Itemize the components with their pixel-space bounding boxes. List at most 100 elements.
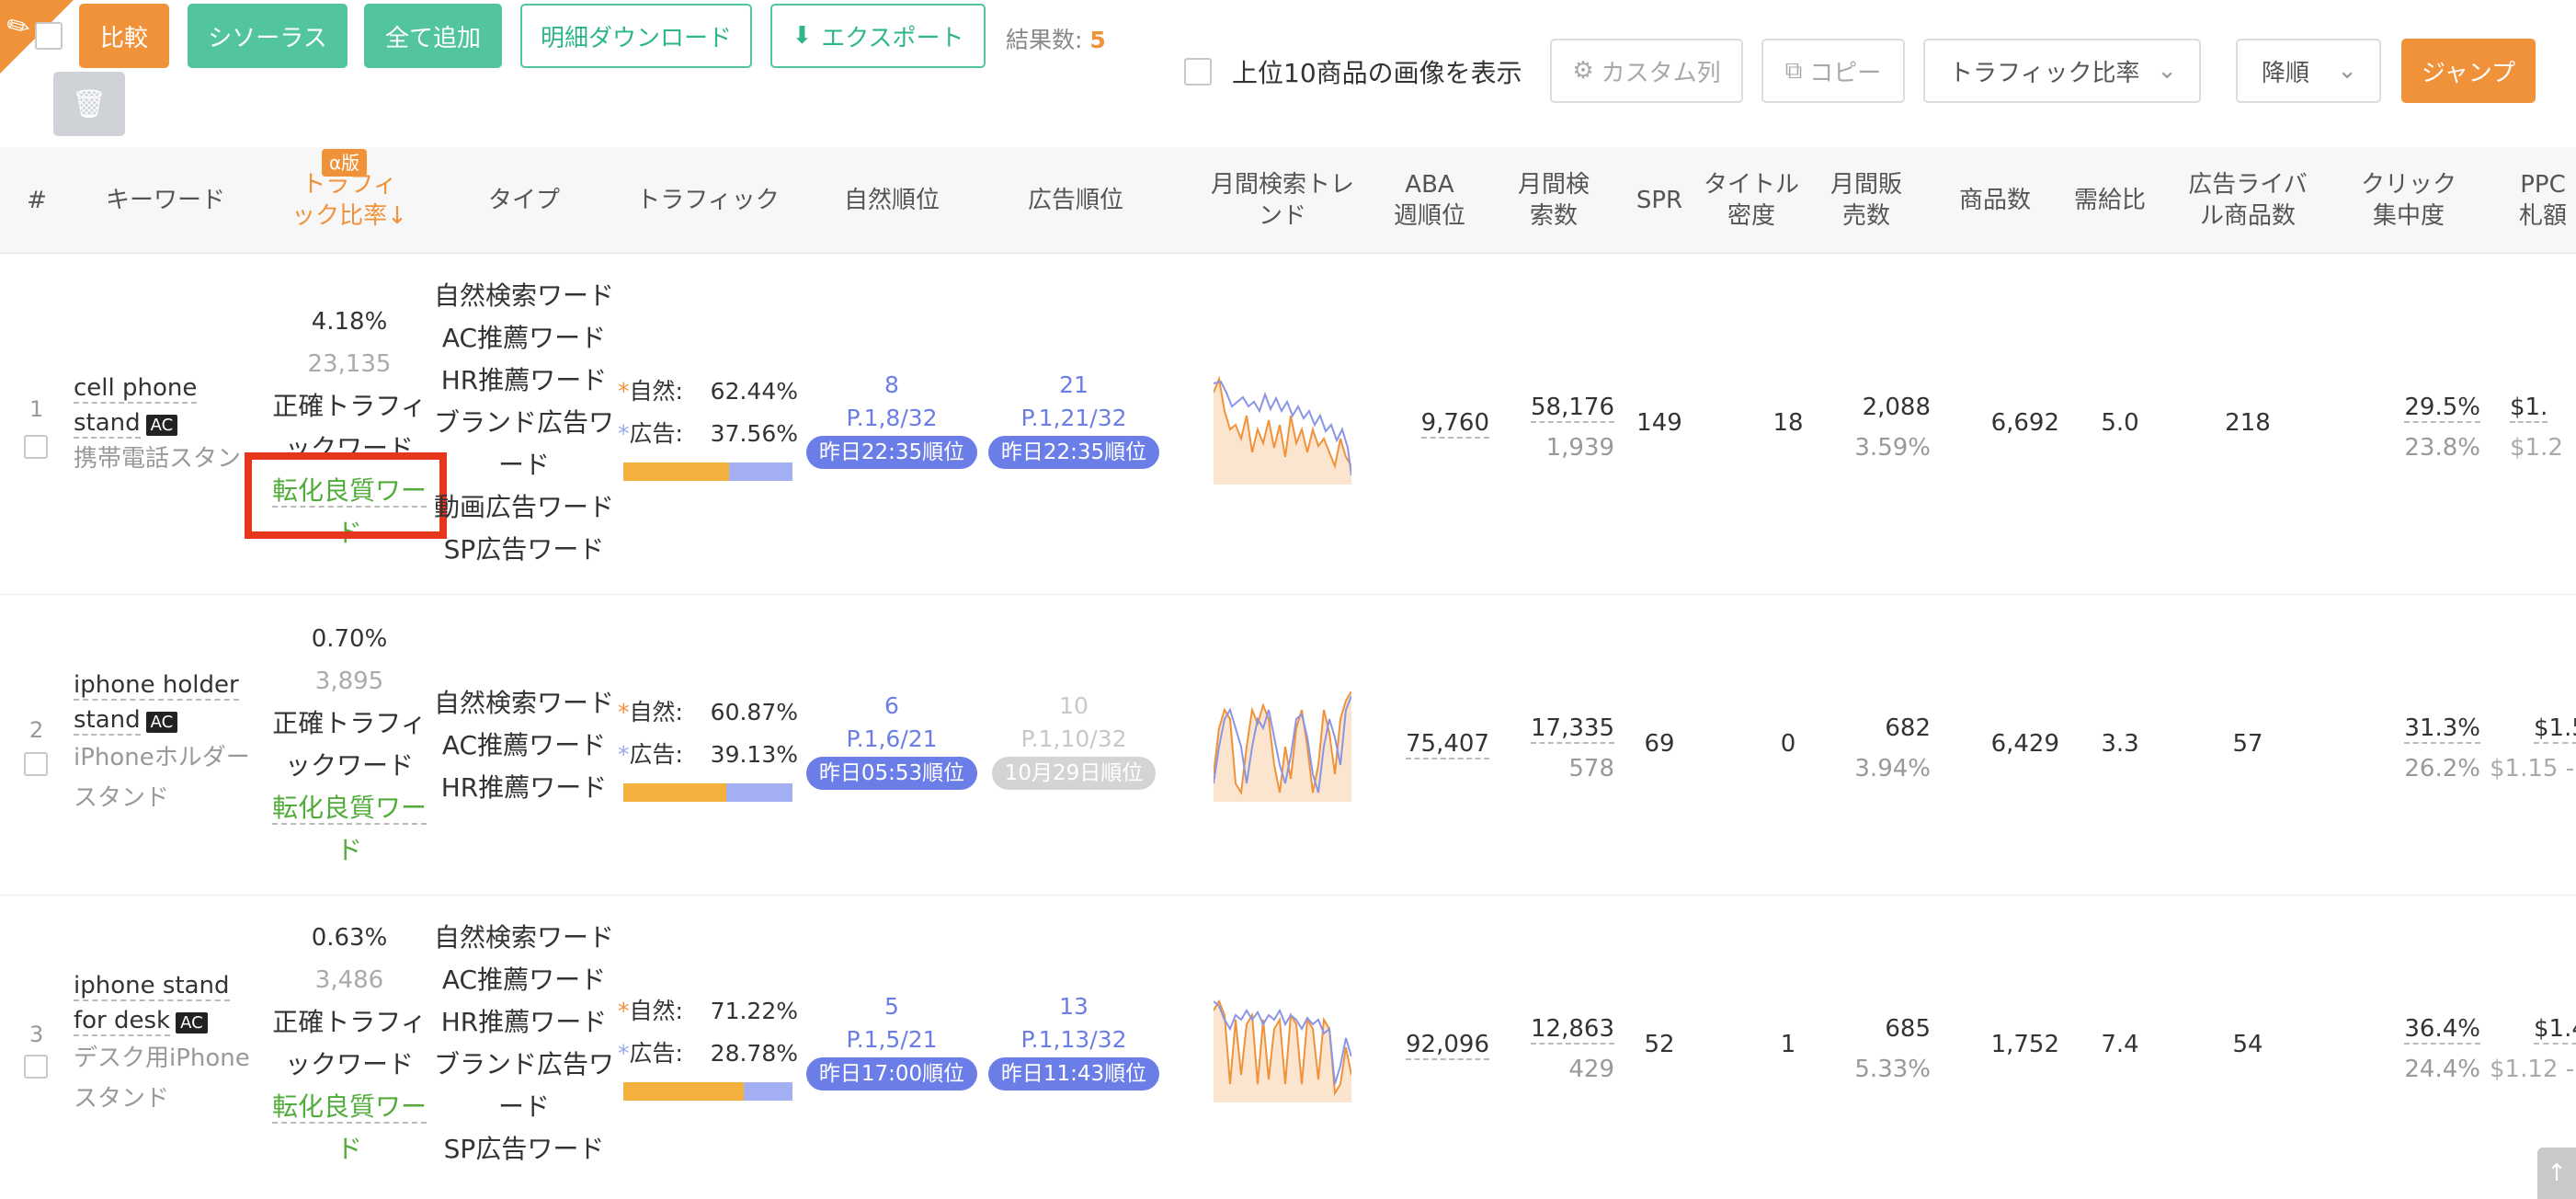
- keyword[interactable]: iphone stand for desk AC: [74, 968, 230, 1041]
- organic-rank[interactable]: 6 P.1,6/21 昨日05:53順位: [800, 690, 984, 790]
- keyword-en-line2[interactable]: stand: [74, 706, 141, 736]
- ad-rank[interactable]: 21 P.1,21/32 昨日22:35順位: [982, 369, 1166, 469]
- tag-precise-traffic: 正確トラフィ: [272, 391, 427, 421]
- ac-badge: AC: [176, 1012, 208, 1033]
- traffic-count: 3,486: [314, 966, 384, 994]
- col-aba-weekly[interactable]: ABA 週順位: [1379, 147, 1480, 254]
- ac-badge: AC: [145, 415, 178, 436]
- aba-rank[interactable]: 92,096: [1379, 1031, 1489, 1060]
- col-monthly-searches[interactable]: 月間検 索数: [1508, 147, 1600, 254]
- organic-rank-value: 5: [884, 993, 899, 1020]
- click-concentration[interactable]: 36.4% 24.4%: [2372, 1009, 2480, 1090]
- organic-rank[interactable]: 8 P.1,8/32 昨日22:35順位: [800, 369, 984, 469]
- keyword-en-line2[interactable]: stand: [74, 409, 141, 439]
- ad-share-line: *広告: 37.56%: [618, 413, 798, 455]
- click-concentration[interactable]: 31.3% 26.2%: [2372, 708, 2480, 789]
- col-type: タイプ: [487, 187, 560, 214]
- tag-precise-traffic: 正確トラフィ: [272, 1007, 427, 1037]
- delete-button[interactable]: 🗑: [53, 72, 125, 136]
- keyword[interactable]: iphone holder stand AC: [74, 668, 239, 740]
- col-ad-rank[interactable]: 広告順位: [1002, 147, 1149, 254]
- monthly-sales-sub: 5.33%: [1854, 1056, 1931, 1083]
- col-keyword[interactable]: キーワード: [92, 147, 239, 254]
- thesaurus-button[interactable]: シソーラス: [188, 4, 348, 68]
- jump-button[interactable]: ジャンプ: [2401, 39, 2536, 103]
- monthly-searches[interactable]: 58,176 1,939: [1489, 387, 1614, 468]
- col-ad-rivals[interactable]: 広告ライバ ル商品数: [2179, 147, 2317, 254]
- ad-rank[interactable]: 13 P.1,13/32 昨日11:43順位: [982, 990, 1166, 1091]
- select-all-checkbox[interactable]: [35, 22, 63, 50]
- col-products[interactable]: 商品数: [1949, 147, 2041, 254]
- copy-button[interactable]: ⧉ コピー: [1761, 39, 1905, 103]
- sort-field-select[interactable]: トラフィック比率 ⌄: [1923, 39, 2201, 103]
- traffic-count: 3,895: [314, 668, 384, 695]
- col-spr[interactable]: SPR: [1627, 147, 1692, 254]
- row-checkbox[interactable]: [24, 1055, 48, 1079]
- type-brand-ad: ブランド広告ワ: [433, 407, 614, 438]
- scroll-to-top-button[interactable]: ↑: [2537, 1148, 2576, 1199]
- ppc-bid[interactable]: $1. $1.2: [2510, 387, 2576, 468]
- compare-button[interactable]: 比較: [79, 4, 169, 68]
- organic-rank-time: 昨日17:00順位: [805, 1057, 978, 1091]
- ad-rank-value: 13: [1059, 993, 1089, 1020]
- star-icon: *: [618, 420, 630, 447]
- keyword-translation: 携帯電話スタン: [74, 445, 242, 473]
- aba-rank[interactable]: 9,760: [1379, 409, 1489, 439]
- ad-rank[interactable]: 10 P.1,10/32 10月29日順位: [982, 690, 1166, 790]
- table-header: # キーワード α版 トラフィ ック比率↓ タイプ トラフィック 自然順位 広告…: [0, 147, 2576, 254]
- monthly-searches[interactable]: 17,335 578: [1489, 708, 1614, 789]
- ad-label: 広告:: [629, 741, 683, 768]
- col-organic-rank[interactable]: 自然順位: [818, 147, 965, 254]
- monthly-searches-sub: 1,939: [1545, 434, 1614, 462]
- organic-label: 自然:: [629, 998, 683, 1024]
- chevron-down-icon: ⌄: [2337, 57, 2357, 85]
- show-top10-checkbox[interactable]: [1184, 58, 1212, 86]
- custom-columns-button[interactable]: ⚙ カスタム列: [1550, 39, 1743, 103]
- keyword-translation-2: スタンド: [74, 1085, 170, 1113]
- monthly-searches[interactable]: 12,863 429: [1489, 1009, 1614, 1090]
- keyword-en-line2[interactable]: for desk: [74, 1007, 171, 1036]
- trend-sparkline[interactable]: [1214, 992, 1351, 1102]
- type-organic-search: 自然検索ワード: [433, 280, 614, 311]
- trend-sparkline[interactable]: [1214, 374, 1351, 485]
- keyword-en[interactable]: iphone stand: [74, 972, 230, 1001]
- keyword-en[interactable]: cell phone: [74, 374, 198, 404]
- col-traffic-ratio[interactable]: トラフィ ック比率↓: [276, 147, 423, 254]
- trend-sparkline[interactable]: [1214, 691, 1351, 802]
- tag-good-conversion[interactable]: 転化良質ワー ド: [257, 1086, 441, 1170]
- type-ac-recommend: AC推薦ワード: [441, 965, 607, 995]
- row-checkbox[interactable]: [24, 752, 48, 776]
- detail-download-button[interactable]: 明細ダウンロード: [520, 4, 752, 68]
- col-title-density[interactable]: タイトル 密度: [1701, 147, 1802, 254]
- ad-pct: 28.78%: [710, 1040, 798, 1067]
- show-top10-images-toggle[interactable]: 上位10商品の画像を表示: [1184, 53, 1522, 90]
- keyword[interactable]: cell phone stand AC: [74, 371, 198, 443]
- organic-share-line: *自然: 71.22%: [618, 990, 798, 1033]
- col-click-concentration[interactable]: クリック 集中度: [2354, 147, 2464, 254]
- supply-demand-value: 7.4: [2101, 1031, 2139, 1058]
- add-all-button[interactable]: 全て追加: [364, 4, 502, 68]
- tag-good-conversion-2: ド: [336, 1134, 362, 1164]
- ppc-bid[interactable]: $1.4 $1.12 -: [2490, 1009, 2576, 1090]
- col-ppc-bid[interactable]: PPC 札額: [2519, 147, 2576, 254]
- export-button[interactable]: ⬇ エクスポート: [770, 4, 986, 68]
- col-monthly-sales[interactable]: 月間販 売数: [1820, 147, 1912, 254]
- tag-good-conversion[interactable]: 転化良質ワー ド: [257, 787, 441, 872]
- copy-label: コピー: [1809, 59, 1882, 87]
- col-traffic[interactable]: トラフィック: [625, 147, 791, 254]
- organic-rank[interactable]: 5 P.1,5/21 昨日17:00順位: [800, 990, 984, 1091]
- traffic-ratio-cell: 0.63% 3,486 正確トラフィ ックワード 転化良質ワー ド: [257, 917, 441, 1170]
- organic-share-fill: [623, 1082, 745, 1101]
- aba-rank[interactable]: 75,407: [1379, 730, 1489, 759]
- keyword-translation-1: iPhoneホルダー: [74, 744, 250, 771]
- sort-order-select[interactable]: 降順 ⌄: [2236, 39, 2381, 103]
- ppc-bid-sub: $1.12 -: [2490, 1056, 2575, 1083]
- organic-pct: 71.22%: [710, 998, 798, 1024]
- row-checkbox[interactable]: [24, 435, 48, 459]
- col-supply-demand[interactable]: 需給比: [2069, 147, 2151, 254]
- organic-rank-page: P.1,8/32: [846, 405, 938, 431]
- keyword-en[interactable]: iphone holder: [74, 671, 239, 701]
- ppc-bid[interactable]: $1.5 $1.15 -: [2490, 708, 2576, 789]
- monthly-sales: 685 5.33%: [1839, 1009, 1931, 1090]
- click-concentration[interactable]: 29.5% 23.8%: [2372, 387, 2480, 468]
